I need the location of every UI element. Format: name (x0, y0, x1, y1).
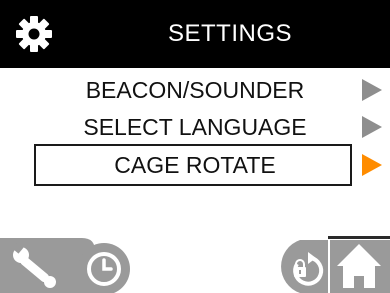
arrow-right-icon (362, 154, 382, 176)
menu-item-beacon-sounder[interactable]: BEACON/SOUNDER (0, 70, 390, 110)
gear-icon[interactable] (14, 14, 54, 54)
home-icon[interactable] (330, 240, 390, 293)
menu-item-cage-rotate[interactable]: CAGE ROTATE (0, 145, 390, 185)
menu-item-label: BEACON/SOUNDER (85, 77, 305, 103)
lock-rotate-icon[interactable] (281, 240, 328, 293)
menu-item-label: SELECT LANGUAGE (83, 114, 307, 140)
arrow-right-icon (362, 79, 382, 101)
page-title: SETTINGS (167, 20, 292, 47)
menu-item-label: CAGE ROTATE (114, 152, 276, 178)
softkey-bar (0, 238, 390, 293)
menu-item-select-language[interactable]: SELECT LANGUAGE (0, 107, 390, 147)
arrow-right-icon (362, 116, 382, 138)
header-bar: SETTINGS (0, 0, 390, 68)
clock-icon[interactable] (78, 243, 130, 293)
